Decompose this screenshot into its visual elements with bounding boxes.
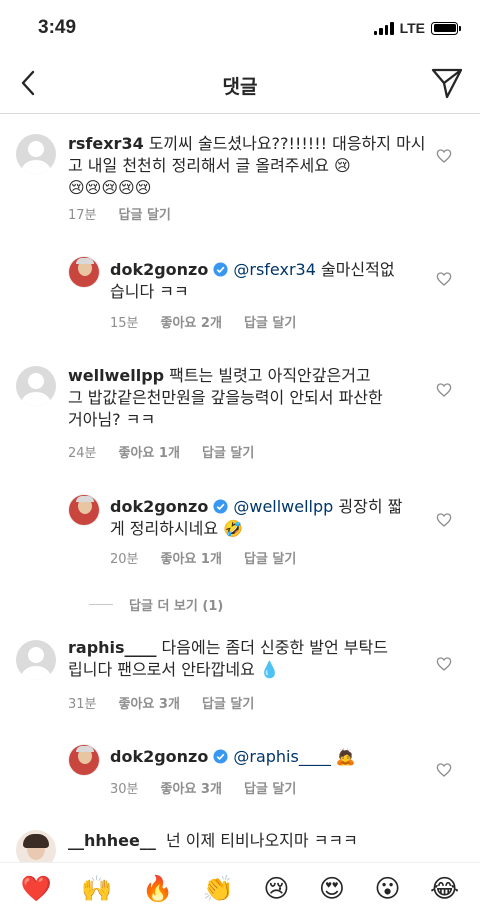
network-type: LTE [399, 20, 425, 36]
comment-meta: 15분 좋아요 2개 답글 달기 [110, 312, 296, 331]
comment-item: raphis____ 다음에는 좀더 신중한 발언 부탁드 립니다 팬으로서 안타… [0, 620, 480, 730]
comment-item: __hhhee__ 넌 이제 티비나오지마 ㅋㅋㅋ [0, 820, 480, 862]
heart-outline-icon[interactable] [436, 382, 452, 398]
reply-item: dok2gonzo @wellwellpp 굉장히 짧 게 정리하시네요 🤣 20… [0, 470, 480, 580]
avatar[interactable] [68, 494, 100, 526]
reply-button[interactable]: 답글 달기 [119, 204, 171, 223]
avatar[interactable] [16, 830, 56, 862]
likes-count[interactable]: 좋아요 1개 [161, 548, 222, 567]
avatar[interactable] [68, 744, 100, 776]
comment-text: __hhhee__ 넌 이제 티비나오지마 ㅋㅋㅋ [68, 831, 358, 850]
comment-meta: 24분 좋아요 1개 답글 달기 [68, 442, 254, 461]
comment-item: wellwellpp 팩트는 빌렷고 아직안갚은거고 그 밥값같은천만원을 갚을능… [0, 344, 480, 470]
likes-count[interactable]: 좋아요 2개 [161, 312, 222, 331]
reply-button[interactable]: 답글 달기 [244, 548, 296, 567]
avatar[interactable] [16, 366, 56, 406]
heart-outline-icon[interactable] [436, 148, 452, 164]
avatar[interactable] [16, 640, 56, 680]
comment-meta: 30분 좋아요 3개 답글 달기 [110, 778, 296, 797]
page-title: 댓글 [222, 76, 258, 98]
send-direct-icon[interactable] [430, 66, 464, 100]
mention[interactable]: @wellwellpp [233, 497, 333, 516]
reply-button[interactable]: 답글 달기 [202, 693, 254, 712]
avatar[interactable] [16, 134, 56, 174]
mention[interactable]: @raphis____ [233, 747, 330, 766]
emoji-fire[interactable]: 🔥 [142, 874, 173, 904]
verified-badge-icon [213, 262, 228, 277]
comment-text: dok2gonzo @wellwellpp 굉장히 짧 게 정리하시네요 🤣 [110, 497, 403, 538]
username[interactable]: rsfexr34 [68, 134, 144, 153]
comment-time: 17분 [68, 208, 97, 223]
heart-outline-icon[interactable] [436, 512, 452, 528]
verified-badge-icon [213, 499, 228, 514]
reply-item: dok2gonzo @raphis____ 🙇 30분 좋아요 3개 답글 달기 [0, 730, 480, 820]
comment-text: dok2gonzo @rsfexr34 술마신적없 습니다 ㅋㅋ [110, 260, 395, 301]
divider [89, 604, 113, 605]
emoji-heart[interactable]: ❤️ [21, 874, 52, 904]
likes-count[interactable]: 좋아요 1개 [119, 442, 180, 461]
comment-text: raphis____ 다음에는 좀더 신중한 발언 부탁드 립니다 팬으로서 안타… [68, 638, 388, 679]
reply-button[interactable]: 답글 달기 [202, 442, 254, 461]
avatar[interactable] [68, 256, 100, 288]
signal-icon [373, 21, 394, 35]
reply-button[interactable]: 답글 달기 [244, 778, 296, 797]
reply-button[interactable]: 답글 달기 [244, 312, 296, 331]
heart-outline-icon[interactable] [436, 271, 452, 287]
status-time: 3:49 [38, 17, 77, 38]
likes-count[interactable]: 좋아요 3개 [119, 693, 180, 712]
emoji-crying[interactable]: 😢 [263, 874, 289, 904]
header: 댓글 [0, 58, 480, 114]
battery-icon [431, 21, 461, 35]
reply-item: dok2gonzo @rsfexr34 술마신적없 습니다 ㅋㅋ 15분 좋아요 … [0, 234, 480, 344]
mention[interactable]: @rsfexr34 [233, 260, 316, 279]
status-bar: 3:49 LTE [0, 0, 480, 58]
comment-text: wellwellpp 팩트는 빌렷고 아직안갚은거고 그 밥값같은천만원을 갚을능… [68, 366, 383, 429]
verified-badge-icon [213, 749, 228, 764]
status-indicators: LTE [373, 20, 461, 36]
emoji-raising-hands[interactable]: 🙌 [81, 874, 112, 904]
comment-text: rsfexr34 도끼씨 술드셨나요??!!!!!! 대응하지 마시고 내일 천천… [68, 134, 426, 197]
view-more-replies[interactable]: 답글 더 보기 (1) [89, 595, 223, 614]
emoji-laughing[interactable]: 😂 [430, 874, 459, 904]
comment-meta: 31분 좋아요 3개 답글 달기 [68, 693, 254, 712]
comment-meta: 20분 좋아요 1개 답글 달기 [110, 548, 296, 567]
heart-outline-icon[interactable] [436, 656, 452, 672]
comment-text: dok2gonzo @raphis____ 🙇 [110, 747, 356, 766]
emoji-heart-eyes[interactable]: 😍 [319, 874, 345, 904]
comment-item: rsfexr34 도끼씨 술드셨나요??!!!!!! 대응하지 마시고 내일 천천… [0, 114, 480, 234]
heart-outline-icon[interactable] [436, 762, 452, 778]
emoji-surprised[interactable]: 😮 [374, 874, 400, 904]
likes-count[interactable]: 좋아요 3개 [161, 778, 222, 797]
emoji-bar: ❤️ 🙌 🔥 👏 😢 😍 😮 😂 [0, 862, 480, 914]
emoji-clapping[interactable]: 👏 [203, 874, 234, 904]
comment-meta: 17분 답글 달기 [68, 204, 171, 223]
